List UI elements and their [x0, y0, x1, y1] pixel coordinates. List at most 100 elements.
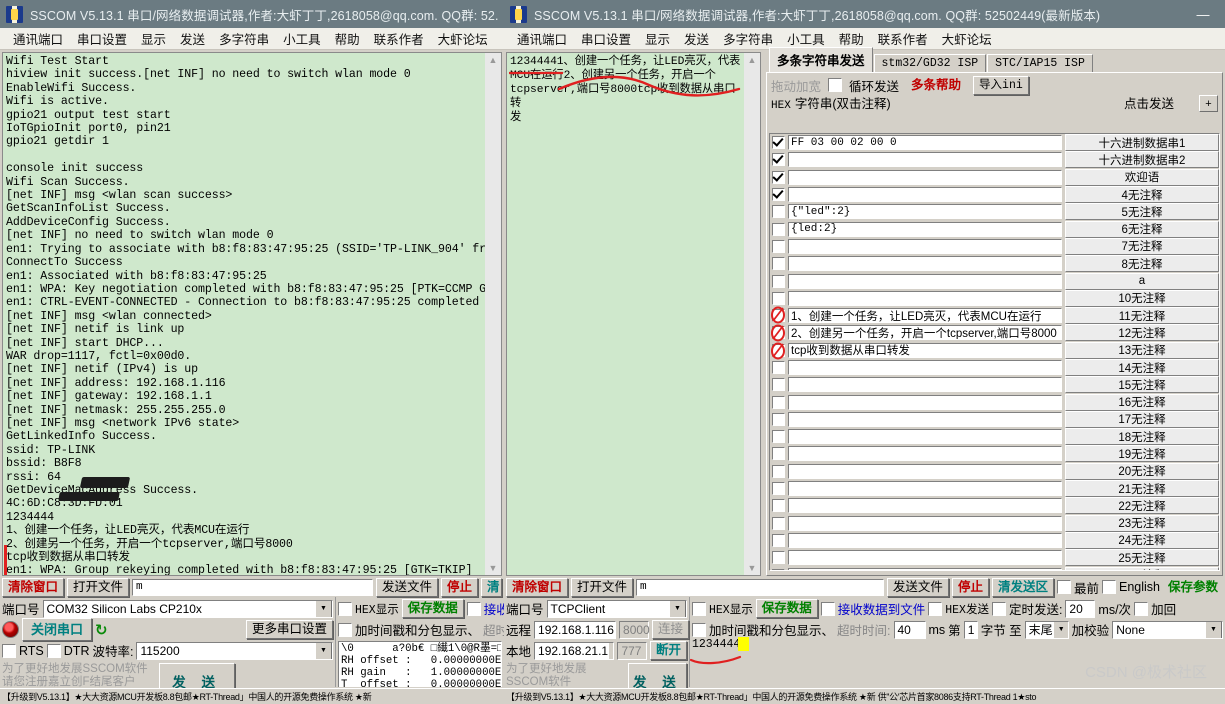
row-send-button[interactable]: 16无注释 — [1065, 393, 1219, 411]
add-back-checkbox[interactable] — [1134, 601, 1149, 616]
row-send-button[interactable]: 24无注释 — [1065, 531, 1219, 549]
loop-send-checkbox[interactable] — [828, 78, 843, 92]
row-enable-checkbox[interactable] — [772, 447, 785, 461]
port-select[interactable]: COM32 Silicon Labs CP210x ▼ — [42, 599, 333, 618]
save-params-button[interactable]: 保存参数 — [1163, 579, 1223, 596]
remote-ip-input[interactable]: 192.168.1.116 — [534, 620, 617, 639]
row-string-input[interactable] — [788, 290, 1062, 306]
chevron-down-icon[interactable]: ▼ — [1205, 621, 1222, 638]
chevron-down-icon[interactable]: ▼ — [315, 600, 332, 617]
baud-select[interactable]: 115200 ▼ — [136, 641, 333, 660]
row-string-input[interactable]: tcp收到数据从串口转发 — [788, 342, 1062, 358]
row-send-button[interactable]: 5无注释 — [1065, 203, 1219, 221]
refresh-ports-icon[interactable]: ↻ — [95, 621, 108, 639]
clear-send-area-button-right[interactable]: 清发送区 — [991, 577, 1054, 597]
menu-item-display[interactable]: 显示 — [638, 27, 677, 50]
row-enable-checkbox[interactable] — [772, 361, 785, 374]
row-enable-checkbox[interactable] — [772, 153, 785, 167]
row-string-input[interactable] — [788, 256, 1062, 272]
row-string-input[interactable] — [788, 169, 1062, 185]
tab-stc-iap15-isp[interactable]: STC/IAP15 ISP — [987, 54, 1093, 73]
add-row-button[interactable]: + — [1199, 95, 1218, 112]
chevron-down-icon[interactable]: ▼ — [669, 600, 686, 617]
receive-preview-left[interactable]: \0 a?0b€ □繊1\0@R墨=□□烞Gga? RH offset : 0.… — [338, 641, 502, 687]
row-enable-checkbox[interactable] — [772, 551, 785, 565]
row-send-button[interactable]: 19无注释 — [1065, 445, 1219, 463]
menu-item-multi-string[interactable]: 多字符串 — [212, 27, 276, 50]
row-string-input[interactable] — [788, 273, 1062, 289]
log-scrollbar-right[interactable]: ▲ ▼ — [744, 52, 761, 576]
receive-log-right[interactable]: 12344441、创建一个任务，让LED亮灭，代表 MCU在运行2、创建另一个任… — [506, 52, 744, 576]
row-string-input[interactable]: 1、创建一个任务，让LED亮灭，代表MCU在运行 — [788, 308, 1062, 324]
row-enable-checkbox[interactable] — [772, 222, 785, 236]
row-enable-checkbox[interactable] — [772, 274, 785, 288]
row-enable-checkbox[interactable] — [772, 499, 785, 513]
row-enable-checkbox[interactable] — [772, 309, 785, 323]
row-string-input[interactable]: FF 03 00 02 00 0 — [788, 135, 1062, 151]
menu-item-comm-port[interactable]: 通讯端口 — [510, 27, 574, 50]
row-enable-checkbox[interactable] — [772, 482, 785, 496]
row-string-input[interactable] — [788, 550, 1062, 566]
row-enable-checkbox[interactable] — [772, 516, 785, 530]
save-data-button-left[interactable]: 保存数据 — [401, 599, 464, 618]
row-send-button[interactable]: 十六进制数据串2 — [1065, 151, 1219, 169]
menu-item-help[interactable]: 帮助 — [328, 27, 367, 50]
row-string-input[interactable] — [788, 463, 1062, 479]
timeout-input-right[interactable]: 40 — [893, 620, 926, 639]
row-string-input[interactable] — [788, 360, 1062, 375]
menu-item-comm-port[interactable]: 通讯端口 — [6, 27, 70, 50]
row-string-input[interactable] — [788, 238, 1062, 254]
row-send-button[interactable]: 23无注释 — [1065, 514, 1219, 532]
row-send-button[interactable]: 7无注释 — [1065, 237, 1219, 255]
menu-item-contact-author[interactable]: 联系作者 — [871, 27, 935, 50]
row-string-input[interactable] — [788, 187, 1062, 203]
row-string-input[interactable] — [788, 498, 1062, 514]
dtr-checkbox[interactable] — [46, 643, 61, 658]
timestamp-checkbox-right[interactable] — [692, 622, 706, 637]
topmost-checkbox[interactable] — [1056, 580, 1071, 594]
row-string-input[interactable]: 2、创建另一个任务，开启一个tcpserver,端口号8000 — [788, 325, 1062, 341]
chevron-down-icon[interactable]: ▼ — [315, 642, 332, 659]
import-ini-button[interactable]: 导入ini — [973, 75, 1029, 95]
menu-item-serial-settings[interactable]: 串口设置 — [70, 27, 134, 50]
row-enable-checkbox[interactable] — [772, 257, 785, 271]
row-string-input[interactable] — [788, 515, 1062, 531]
tab-multi-string-send[interactable]: 多条字符串发送 — [769, 47, 873, 73]
row-send-button[interactable]: 18无注释 — [1065, 428, 1219, 446]
stop-button-left[interactable]: 停止 — [440, 577, 478, 597]
row-enable-checkbox[interactable] — [772, 326, 785, 340]
nth-input-right[interactable]: 1 — [963, 620, 978, 639]
scroll-down-arrow-icon[interactable]: ▼ — [745, 561, 759, 575]
send-file-button-right[interactable]: 发送文件 — [886, 577, 949, 597]
tab-stm32-gd32-isp[interactable]: stm32/GD32 ISP — [873, 54, 987, 73]
scroll-up-arrow-icon[interactable]: ▲ — [745, 53, 759, 67]
hex-send-checkbox[interactable] — [928, 601, 943, 616]
chevron-down-icon[interactable]: ▼ — [1052, 621, 1068, 638]
menu-item-contact-author[interactable]: 联系作者 — [367, 27, 431, 50]
chevron-down-icon[interactable]: ▼ — [608, 642, 614, 659]
open-file-button-left[interactable]: 打开文件 — [67, 577, 130, 597]
multi-help-button[interactable]: 多条帮助 — [906, 77, 966, 94]
row-enable-checkbox[interactable] — [772, 239, 785, 253]
row-enable-checkbox[interactable] — [772, 430, 785, 444]
row-enable-checkbox[interactable] — [772, 378, 785, 392]
row-string-input[interactable] — [788, 532, 1062, 548]
menu-item-send[interactable]: 发送 — [173, 27, 212, 50]
english-checkbox[interactable] — [1101, 580, 1116, 594]
timed-send-input[interactable]: 20 — [1065, 599, 1096, 618]
menu-item-display[interactable]: 显示 — [134, 27, 173, 50]
hex-display-checkbox-right[interactable] — [692, 601, 706, 616]
row-send-button[interactable]: 25无注释 — [1065, 549, 1219, 567]
menu-item-send[interactable]: 发送 — [677, 27, 716, 50]
menu-item-serial-settings[interactable]: 串口设置 — [574, 27, 638, 50]
row-enable-checkbox[interactable] — [772, 533, 785, 547]
open-file-button-right[interactable]: 打开文件 — [571, 577, 634, 597]
row-send-button[interactable]: 11无注释 — [1065, 307, 1219, 325]
row-enable-checkbox[interactable] — [772, 343, 785, 357]
connect-button[interactable]: 连接 — [652, 620, 690, 639]
save-data-button-right[interactable]: 保存数据 — [755, 599, 818, 618]
row-string-input[interactable] — [788, 429, 1062, 445]
row-send-button[interactable]: 12无注释 — [1065, 324, 1219, 342]
disconnect-button[interactable]: 断开 — [649, 641, 687, 660]
local-port-input[interactable]: 777 — [617, 641, 647, 660]
